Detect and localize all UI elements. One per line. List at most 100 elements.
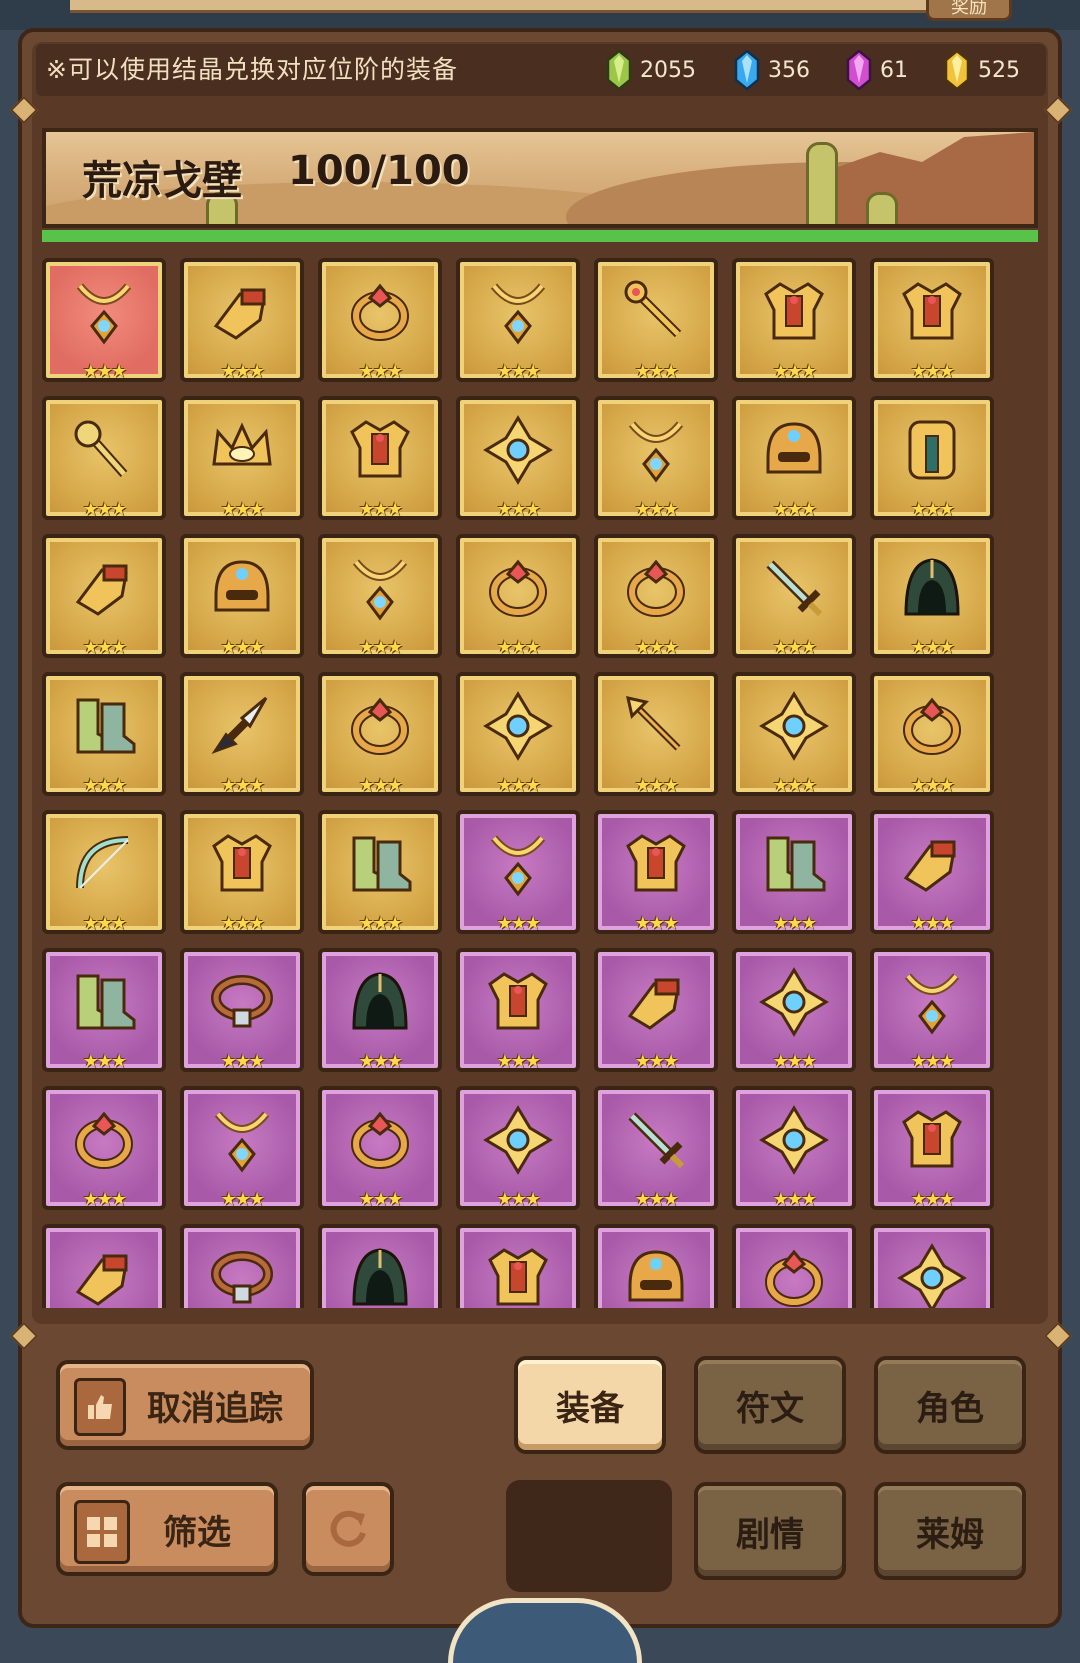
tab-slime-label: 莱姆 [916,1514,984,1555]
equipment-slot[interactable]: ★★★ [870,948,994,1072]
necklace-icon [214,1111,270,1173]
equipment-slot[interactable]: ★★★ [594,672,718,796]
chest-armor-icon [902,282,962,340]
gauntlet-icon [627,978,680,1030]
equipment-slot[interactable]: ★★★ [594,948,718,1072]
equipment-slot[interactable]: ★★★ [42,810,166,934]
refresh-button[interactable] [302,1482,394,1576]
belt-icon [211,975,273,1028]
exchange-notice: ※可以使用结晶兑换对应位阶的装备 [46,55,458,84]
equipment-slot[interactable]: ★★★ [870,258,994,382]
equipment-slot[interactable]: ★★★ [870,534,994,658]
equipment-slot[interactable]: ★★★ [180,1224,304,1308]
equipment-slot[interactable]: ★★★ [318,1086,442,1210]
ring-icon [351,283,409,341]
star-rating: ★★★ [634,913,679,934]
amulet-icon [759,691,829,761]
star-rating: ★★★ [910,361,955,382]
tab-rune[interactable]: 符文 [694,1356,846,1454]
equipment-slot[interactable]: ★★★ [42,672,166,796]
top-strip: 奖励 [0,0,1080,30]
star-rating: ★★★ [634,637,679,658]
equipment-slot[interactable]: ★★★ [732,396,856,520]
equipment-slot[interactable]: ★★★ [42,396,166,520]
star-rating: ★★★ [82,1051,127,1072]
stage-progress-bar [42,230,1038,242]
amulet-icon [759,1105,829,1175]
equipment-slot[interactable]: ★★★ [318,1224,442,1308]
untrack-button[interactable]: 取消追踪 [56,1360,314,1450]
equipment-slot[interactable]: ★★★ [180,672,304,796]
equipment-slot[interactable]: ★★★ [42,534,166,658]
gauntlet-icon [75,1254,128,1306]
equipment-slot[interactable]: ★★★ [456,810,580,934]
equipment-slot[interactable]: ★★★ [732,672,856,796]
filter-button[interactable]: 筛选 [56,1482,278,1576]
equipment-slot[interactable]: ★★★ [870,396,994,520]
equipment-slot[interactable]: ★★★ [732,810,856,934]
equipment-slot[interactable]: ★★★ [870,1224,994,1308]
equipment-slot[interactable]: ★★★ [456,948,580,1072]
star-rating: ★★★ [910,775,955,796]
equipment-slot[interactable]: ★★★ [594,810,718,934]
star-rating: ★★★ [220,361,265,382]
equipment-slot[interactable]: ★★★ [42,258,166,382]
amulet-icon [897,1243,967,1308]
equipment-slot[interactable]: ★★★ [318,948,442,1072]
boots-icon [76,698,136,754]
equipment-slot[interactable]: ★★★ [870,1086,994,1210]
spear-icon [626,696,681,751]
reward-tab[interactable]: 奖励 [926,0,1012,21]
tab-story[interactable]: 剧情 [694,1482,846,1580]
gauntlet-icon [75,564,128,616]
equipment-slot[interactable]: ★★★ [180,258,304,382]
equipment-slot[interactable]: ★★★ [456,396,580,520]
equipment-slot[interactable]: ★★★ [732,1086,856,1210]
sword-icon [628,1112,685,1169]
currency-green: 2055 [606,48,696,92]
equipment-slot[interactable]: ★★★ [180,396,304,520]
equipment-slot[interactable]: ★★★ [456,1224,580,1308]
currency-green-value: 2055 [640,57,696,83]
equipment-slot[interactable]: ★★★ [594,1224,718,1308]
equipment-slot[interactable]: ★★★ [594,396,718,520]
equipment-slot[interactable]: ★★★ [180,948,304,1072]
equipment-slot[interactable]: ★★★ [456,534,580,658]
star-rating: ★★★ [772,637,817,658]
equipment-slot[interactable]: ★★★ [42,948,166,1072]
equipment-slot[interactable]: ★★★ [594,1086,718,1210]
ring-icon [765,1249,823,1307]
equipment-slot[interactable]: ★★★ [180,1086,304,1210]
equipment-slot[interactable]: ★★★ [870,672,994,796]
equipment-slot[interactable]: ★★★ [318,258,442,382]
equipment-slot[interactable]: ★★★ [318,396,442,520]
star-rating: ★★★ [910,637,955,658]
tab-slime[interactable]: 莱姆 [874,1482,1026,1580]
equipment-slot[interactable]: ★★★ [318,534,442,658]
currency-gold: 525 [944,48,1020,92]
stage-progress-fill [42,230,1038,242]
equipment-slot[interactable]: ★★★ [318,810,442,934]
equipment-slot[interactable]: ★★★ [732,534,856,658]
equipment-slot[interactable]: ★★★ [732,948,856,1072]
helmet-icon [628,1250,684,1302]
equipment-slot[interactable]: ★★★ [732,1224,856,1308]
tab-equipment[interactable]: 装备 [514,1356,666,1454]
necklace-icon [352,559,408,621]
equipment-slot[interactable]: ★★★ [180,534,304,658]
equipment-slot[interactable]: ★★★ [456,1086,580,1210]
equipment-slot[interactable]: ★★★ [594,258,718,382]
equipment-slot[interactable]: ★★★ [180,810,304,934]
equipment-slot[interactable]: ★★★ [732,258,856,382]
tab-character[interactable]: 角色 [874,1356,1026,1454]
equipment-slot[interactable]: ★★★ [42,1086,166,1210]
star-rating: ★★★ [910,913,955,934]
equipment-slot[interactable]: ★★★ [456,258,580,382]
equipment-slot[interactable]: ★★★ [870,810,994,934]
belt-icon [211,1251,273,1304]
equipment-slot[interactable]: ★★★ [594,534,718,658]
gold-crystal-icon [944,50,970,90]
equipment-slot[interactable]: ★★★ [42,1224,166,1308]
equipment-slot[interactable]: ★★★ [456,672,580,796]
equipment-slot[interactable]: ★★★ [318,672,442,796]
